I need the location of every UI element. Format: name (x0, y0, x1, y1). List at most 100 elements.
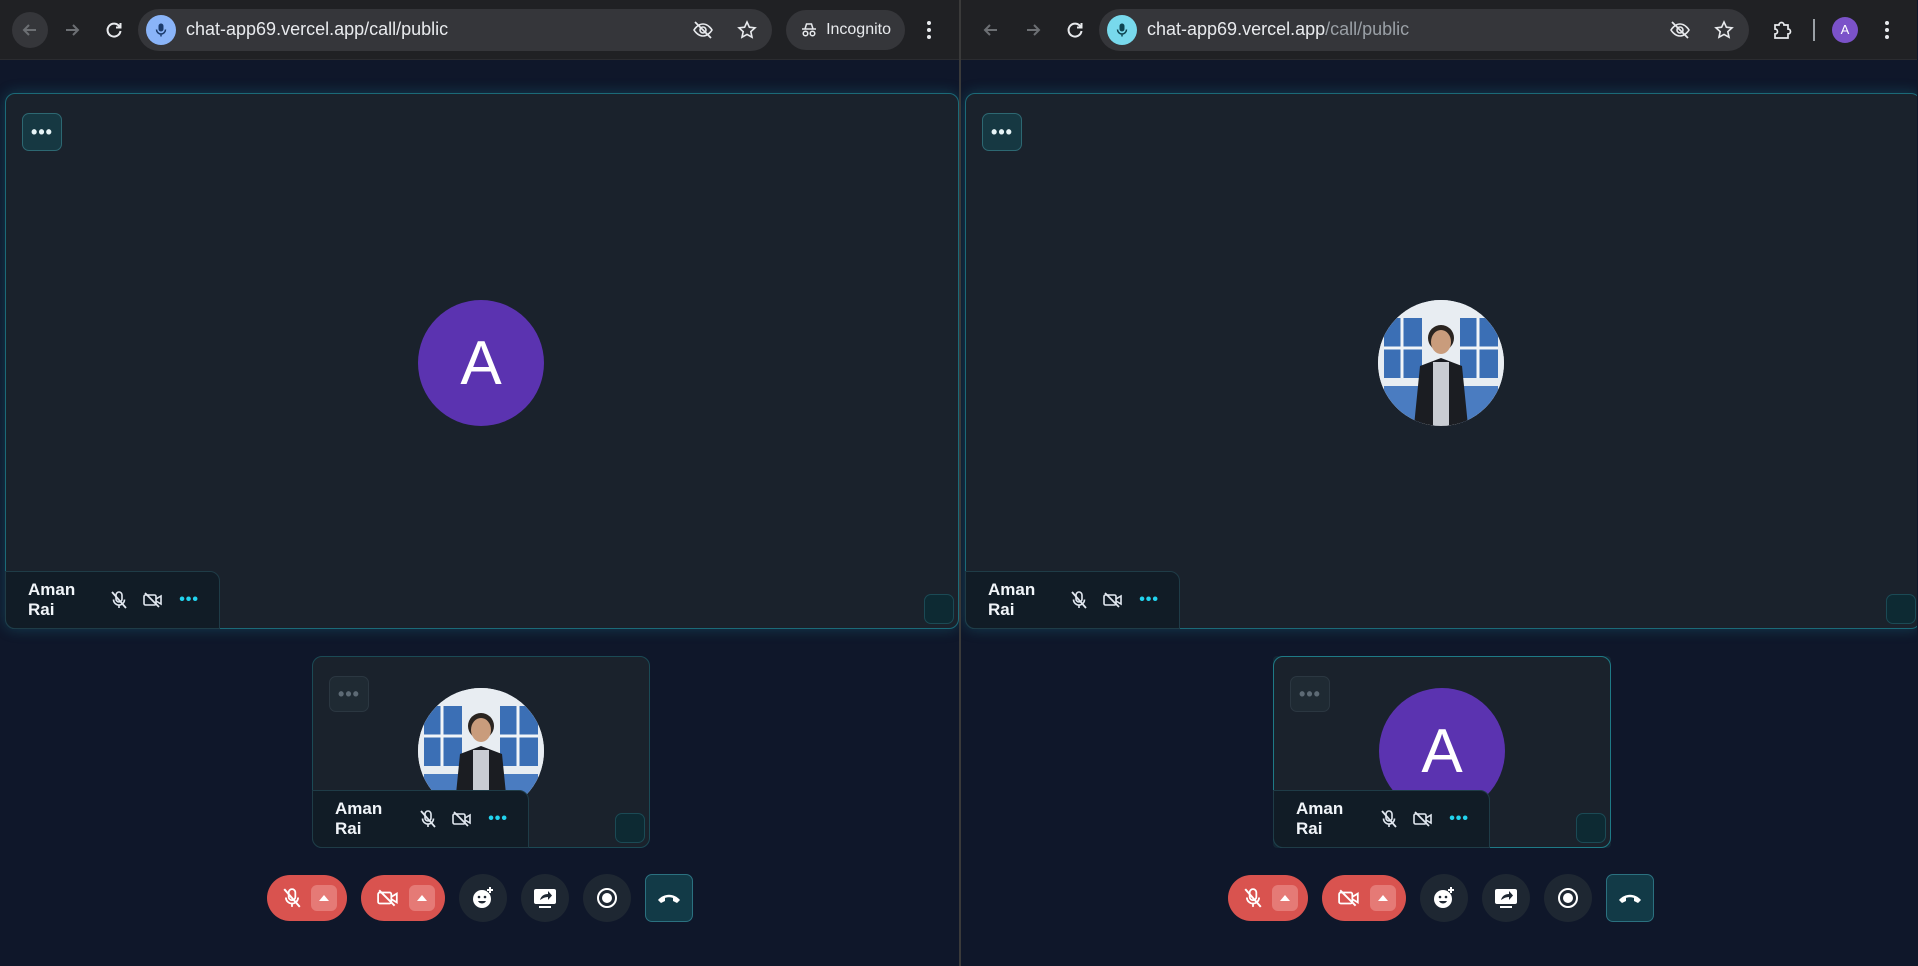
record-icon (596, 888, 617, 908)
tile-corner-button[interactable] (1886, 594, 1916, 624)
url-path: /call/public (364, 19, 449, 39)
tile-options-button[interactable]: ••• (22, 113, 62, 151)
screen-share-icon (1494, 889, 1517, 908)
camera-options-caret[interactable] (408, 885, 435, 911)
url-path: /call/public (1325, 19, 1410, 39)
mic-off-icon (1243, 888, 1262, 908)
reaction-button[interactable] (458, 874, 507, 922)
reload-button[interactable] (96, 12, 132, 48)
self-name: Aman Rai (1296, 799, 1344, 838)
participant-photo-avatar (1378, 300, 1504, 426)
participant-avatar: A (418, 300, 544, 426)
star-icon (737, 19, 757, 39)
person-photo-icon (1378, 300, 1504, 426)
tile-options-button[interactable]: ••• (982, 113, 1022, 151)
reload-button[interactable] (1057, 12, 1093, 48)
microphone-icon (1116, 23, 1128, 36)
address-bar[interactable]: chat-app69.vercel.app/call/public (1099, 8, 1749, 51)
screen-share-icon (533, 889, 556, 908)
tracking-protection-button[interactable] (686, 13, 720, 47)
address-bar[interactable]: chat-app69.vercel.app/call/public (138, 8, 773, 51)
tracking-protection-button[interactable] (1663, 13, 1697, 47)
emoji-add-icon (472, 887, 493, 908)
hang-up-icon (1618, 894, 1641, 903)
mic-toggle-button[interactable] (266, 875, 347, 921)
self-view-tile[interactable]: ••• A Aman Rai ••• (1273, 656, 1611, 848)
forward-button[interactable] (1015, 12, 1051, 48)
participant-more-button[interactable]: ••• (1139, 591, 1159, 609)
caret-up-icon (1377, 895, 1388, 901)
main-participant-tile[interactable]: ••• Aman Rai ••• (965, 93, 1917, 629)
browser-toolbar: chat-app69.vercel.app/call/public Incogn… (0, 0, 959, 60)
browser-menu-button[interactable] (911, 12, 947, 48)
profile-button[interactable]: A (1827, 12, 1863, 48)
back-button[interactable] (12, 11, 48, 48)
record-button[interactable] (582, 874, 631, 922)
tile-corner-button[interactable] (924, 594, 954, 624)
self-tile-options-button[interactable]: ••• (1290, 676, 1330, 712)
self-view-wrapper: ••• A Aman Rai ••• (1273, 656, 1611, 848)
call-controls (0, 874, 959, 922)
incognito-icon (802, 22, 817, 37)
self-more-button[interactable]: ••• (488, 810, 508, 828)
self-more-button[interactable]: ••• (1449, 810, 1469, 828)
star-icon (1714, 19, 1734, 39)
url-host: chat-app69.vercel.app (1147, 19, 1326, 39)
browser-menu-button[interactable] (1869, 12, 1905, 48)
mic-options-caret[interactable] (1271, 885, 1298, 911)
mic-off-icon (282, 888, 301, 908)
caret-up-icon (1279, 895, 1290, 901)
camera-options-caret[interactable] (1369, 885, 1396, 911)
incognito-label: Incognito (826, 20, 891, 38)
left-browser-window: chat-app69.vercel.app/call/public Incogn… (0, 0, 959, 966)
self-name: Aman Rai (335, 799, 383, 838)
profile-avatar: A (1832, 16, 1858, 43)
eye-off-icon (1670, 20, 1690, 39)
camera-off-icon (1103, 592, 1123, 608)
record-icon (1557, 888, 1578, 908)
participant-more-button[interactable]: ••• (179, 591, 199, 609)
url-text: chat-app69.vercel.app/call/public (186, 19, 676, 40)
reload-icon (106, 22, 122, 38)
back-arrow-icon (22, 23, 36, 36)
kebab-menu-icon (927, 20, 931, 39)
end-call-button[interactable] (644, 874, 693, 922)
emoji-add-icon (1433, 887, 1454, 908)
reload-icon (1067, 22, 1083, 38)
mic-toggle-button[interactable] (1227, 875, 1308, 921)
mic-off-icon (1381, 810, 1397, 828)
share-screen-button[interactable] (1481, 874, 1530, 922)
mic-off-icon (1071, 591, 1087, 609)
mic-off-icon (420, 810, 436, 828)
extensions-button[interactable] (1765, 12, 1801, 48)
camera-off-icon (1337, 889, 1359, 907)
self-name-bar: Aman Rai ••• (312, 790, 529, 848)
self-tile-corner-button[interactable] (615, 813, 645, 843)
bookmark-button[interactable] (730, 13, 764, 47)
bookmark-button[interactable] (1707, 13, 1741, 47)
end-call-button[interactable] (1605, 874, 1654, 922)
mic-in-use-indicator[interactable] (1107, 14, 1137, 45)
camera-toggle-button[interactable] (1321, 875, 1406, 921)
hang-up-icon (657, 894, 680, 903)
kebab-menu-icon (1885, 20, 1889, 39)
camera-off-icon (452, 811, 472, 827)
forward-button[interactable] (54, 12, 90, 48)
self-view-tile[interactable]: ••• Aman Rai ••• (312, 656, 650, 848)
reaction-button[interactable] (1419, 874, 1468, 922)
mic-in-use-indicator[interactable] (146, 14, 176, 45)
camera-toggle-button[interactable] (360, 875, 445, 921)
record-button[interactable] (1543, 874, 1592, 922)
mic-options-caret[interactable] (310, 885, 337, 911)
main-participant-tile[interactable]: ••• A Aman Rai ••• (5, 93, 959, 629)
self-tile-corner-button[interactable] (1576, 813, 1606, 843)
self-tile-options-button[interactable]: ••• (329, 676, 369, 712)
toolbar-divider (1813, 18, 1815, 41)
back-button[interactable] (973, 12, 1009, 48)
share-screen-button[interactable] (520, 874, 569, 922)
microphone-icon (155, 23, 167, 36)
self-view-wrapper: ••• Aman Rai ••• (312, 656, 650, 848)
incognito-badge[interactable]: Incognito (786, 9, 905, 50)
right-browser-window: chat-app69.vercel.app/call/public A ••• … (959, 0, 1917, 966)
avatar-initial: A (460, 328, 502, 398)
